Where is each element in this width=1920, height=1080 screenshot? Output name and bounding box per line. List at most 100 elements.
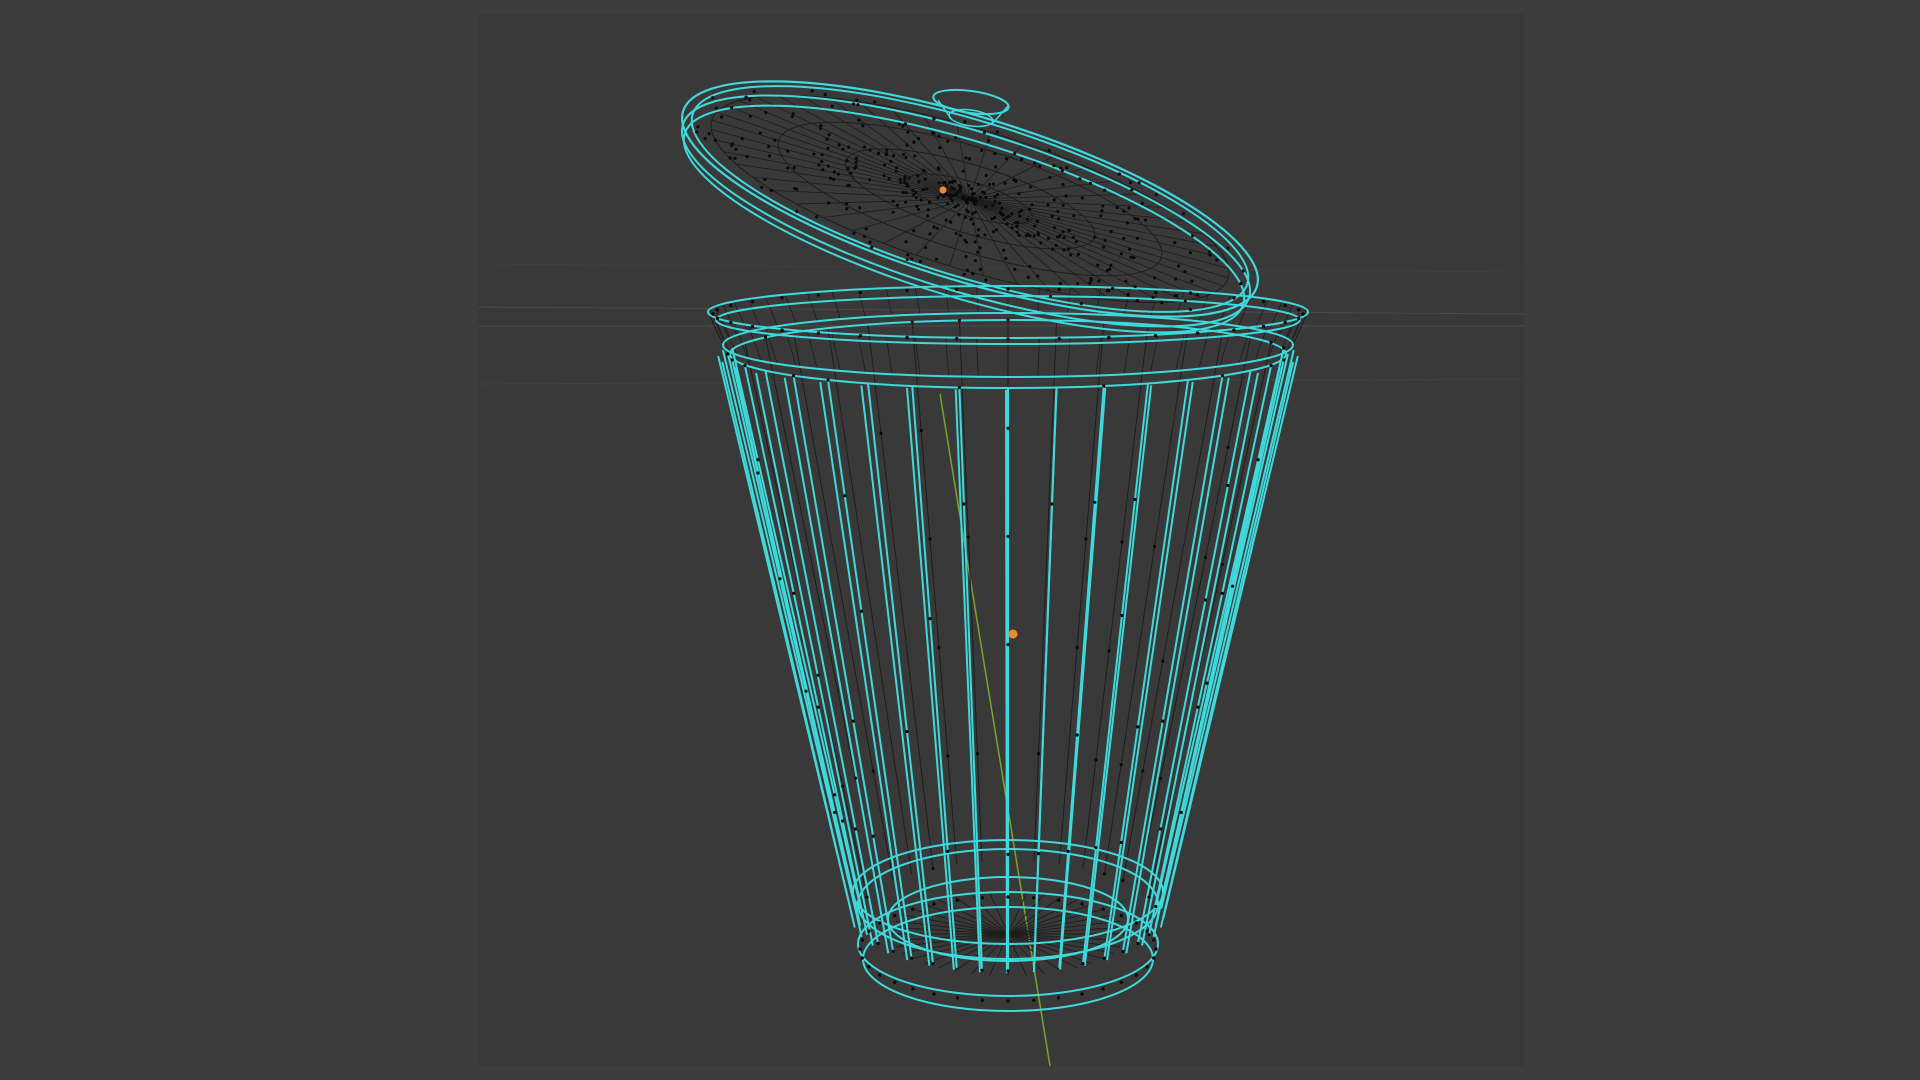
- 3d-viewport[interactable]: [478, 14, 1524, 1066]
- vertex: [1030, 203, 1034, 207]
- vertex: [901, 152, 905, 157]
- vertex: [955, 287, 959, 292]
- vertex: [711, 312, 715, 316]
- rim-edge: [857, 289, 866, 318]
- vertex: [972, 198, 976, 202]
- vertex: [937, 181, 941, 185]
- vertex: [1015, 230, 1019, 234]
- vertex: [930, 131, 935, 135]
- vertex: [1007, 214, 1011, 219]
- vertex: [995, 130, 999, 134]
- vertex: [1080, 992, 1084, 996]
- vertex: [745, 154, 749, 159]
- vertex: [1025, 217, 1029, 221]
- body-stave: [755, 372, 874, 946]
- vertex: [911, 907, 915, 911]
- vertex: [961, 169, 965, 173]
- vertex: [931, 962, 935, 966]
- vertex: [948, 180, 952, 184]
- vertex: [1154, 192, 1158, 197]
- vertex: [847, 145, 851, 149]
- vertex: [817, 163, 821, 167]
- vertex: [1052, 226, 1057, 230]
- vertex: [1078, 177, 1082, 181]
- vertex: [867, 965, 871, 969]
- vertex: [1153, 333, 1158, 338]
- vertex: [1256, 458, 1260, 462]
- vertex: [1261, 324, 1266, 329]
- vertex: [1080, 902, 1084, 906]
- vertex: [1226, 246, 1230, 250]
- vertex: [1153, 290, 1158, 295]
- vertex: [1109, 263, 1113, 267]
- vertex: [1057, 287, 1061, 292]
- lid-spoke: [969, 198, 1201, 298]
- vertex: [958, 189, 962, 193]
- vertex: [936, 166, 940, 170]
- vertex: [1119, 980, 1124, 985]
- vertex: [1013, 221, 1018, 225]
- vertex: [1103, 238, 1107, 242]
- vertex: [1188, 307, 1193, 312]
- vertex: [949, 220, 953, 224]
- vertex: [946, 754, 950, 758]
- vertex: [868, 178, 872, 182]
- vertex: [791, 374, 796, 378]
- vertex: [1099, 214, 1103, 218]
- vertex: [1109, 229, 1113, 234]
- vertex: [812, 152, 816, 156]
- vertex: [694, 130, 699, 134]
- vertex: [1269, 340, 1273, 344]
- vertex: [928, 232, 932, 236]
- vertex: [750, 299, 755, 304]
- vertex: [1160, 301, 1164, 305]
- vertex: [937, 134, 941, 138]
- vertex: [1006, 426, 1010, 430]
- vertex: [730, 358, 734, 362]
- vertex: [1057, 336, 1061, 341]
- vertex: [961, 196, 965, 201]
- vertex: [944, 218, 948, 222]
- vertex: [921, 188, 925, 192]
- vertex: [1126, 292, 1130, 297]
- vertex: [1080, 196, 1084, 200]
- vertex: [1058, 281, 1062, 286]
- vertex: [980, 148, 984, 152]
- vertex: [767, 154, 772, 158]
- vertex: [1050, 247, 1055, 251]
- vertex: [1018, 214, 1022, 218]
- grid-line: [478, 263, 1524, 273]
- vertex: [1002, 248, 1006, 252]
- vertex: [1190, 234, 1195, 238]
- vertex: [841, 819, 845, 823]
- vertex: [854, 160, 858, 164]
- vertex: [1074, 239, 1079, 244]
- vertex: [720, 115, 724, 119]
- body-back-edge: [1148, 342, 1272, 898]
- vertex: [991, 182, 996, 186]
- vertex: [1133, 284, 1137, 289]
- vertex: [748, 98, 752, 102]
- vertex: [1125, 221, 1130, 225]
- vertex: [905, 335, 909, 340]
- vertex: [1296, 316, 1301, 321]
- vertex: [1269, 364, 1273, 368]
- vertex: [1072, 214, 1076, 218]
- vertex: [925, 214, 930, 218]
- vertex: [858, 206, 862, 210]
- vertex: [841, 147, 845, 151]
- vertex: [868, 240, 872, 244]
- vertex: [921, 168, 925, 172]
- vertex: [1220, 374, 1225, 378]
- vertex: [844, 202, 849, 206]
- vertex: [993, 151, 997, 156]
- vertex: [1062, 235, 1066, 240]
- vertex: [1282, 358, 1286, 362]
- vertex: [887, 177, 891, 181]
- vertex: [726, 352, 730, 356]
- vertex: [905, 288, 909, 293]
- vertex: [1006, 895, 1010, 899]
- vertex: [1136, 941, 1140, 946]
- vertex: [955, 336, 959, 341]
- vertex: [1004, 157, 1009, 161]
